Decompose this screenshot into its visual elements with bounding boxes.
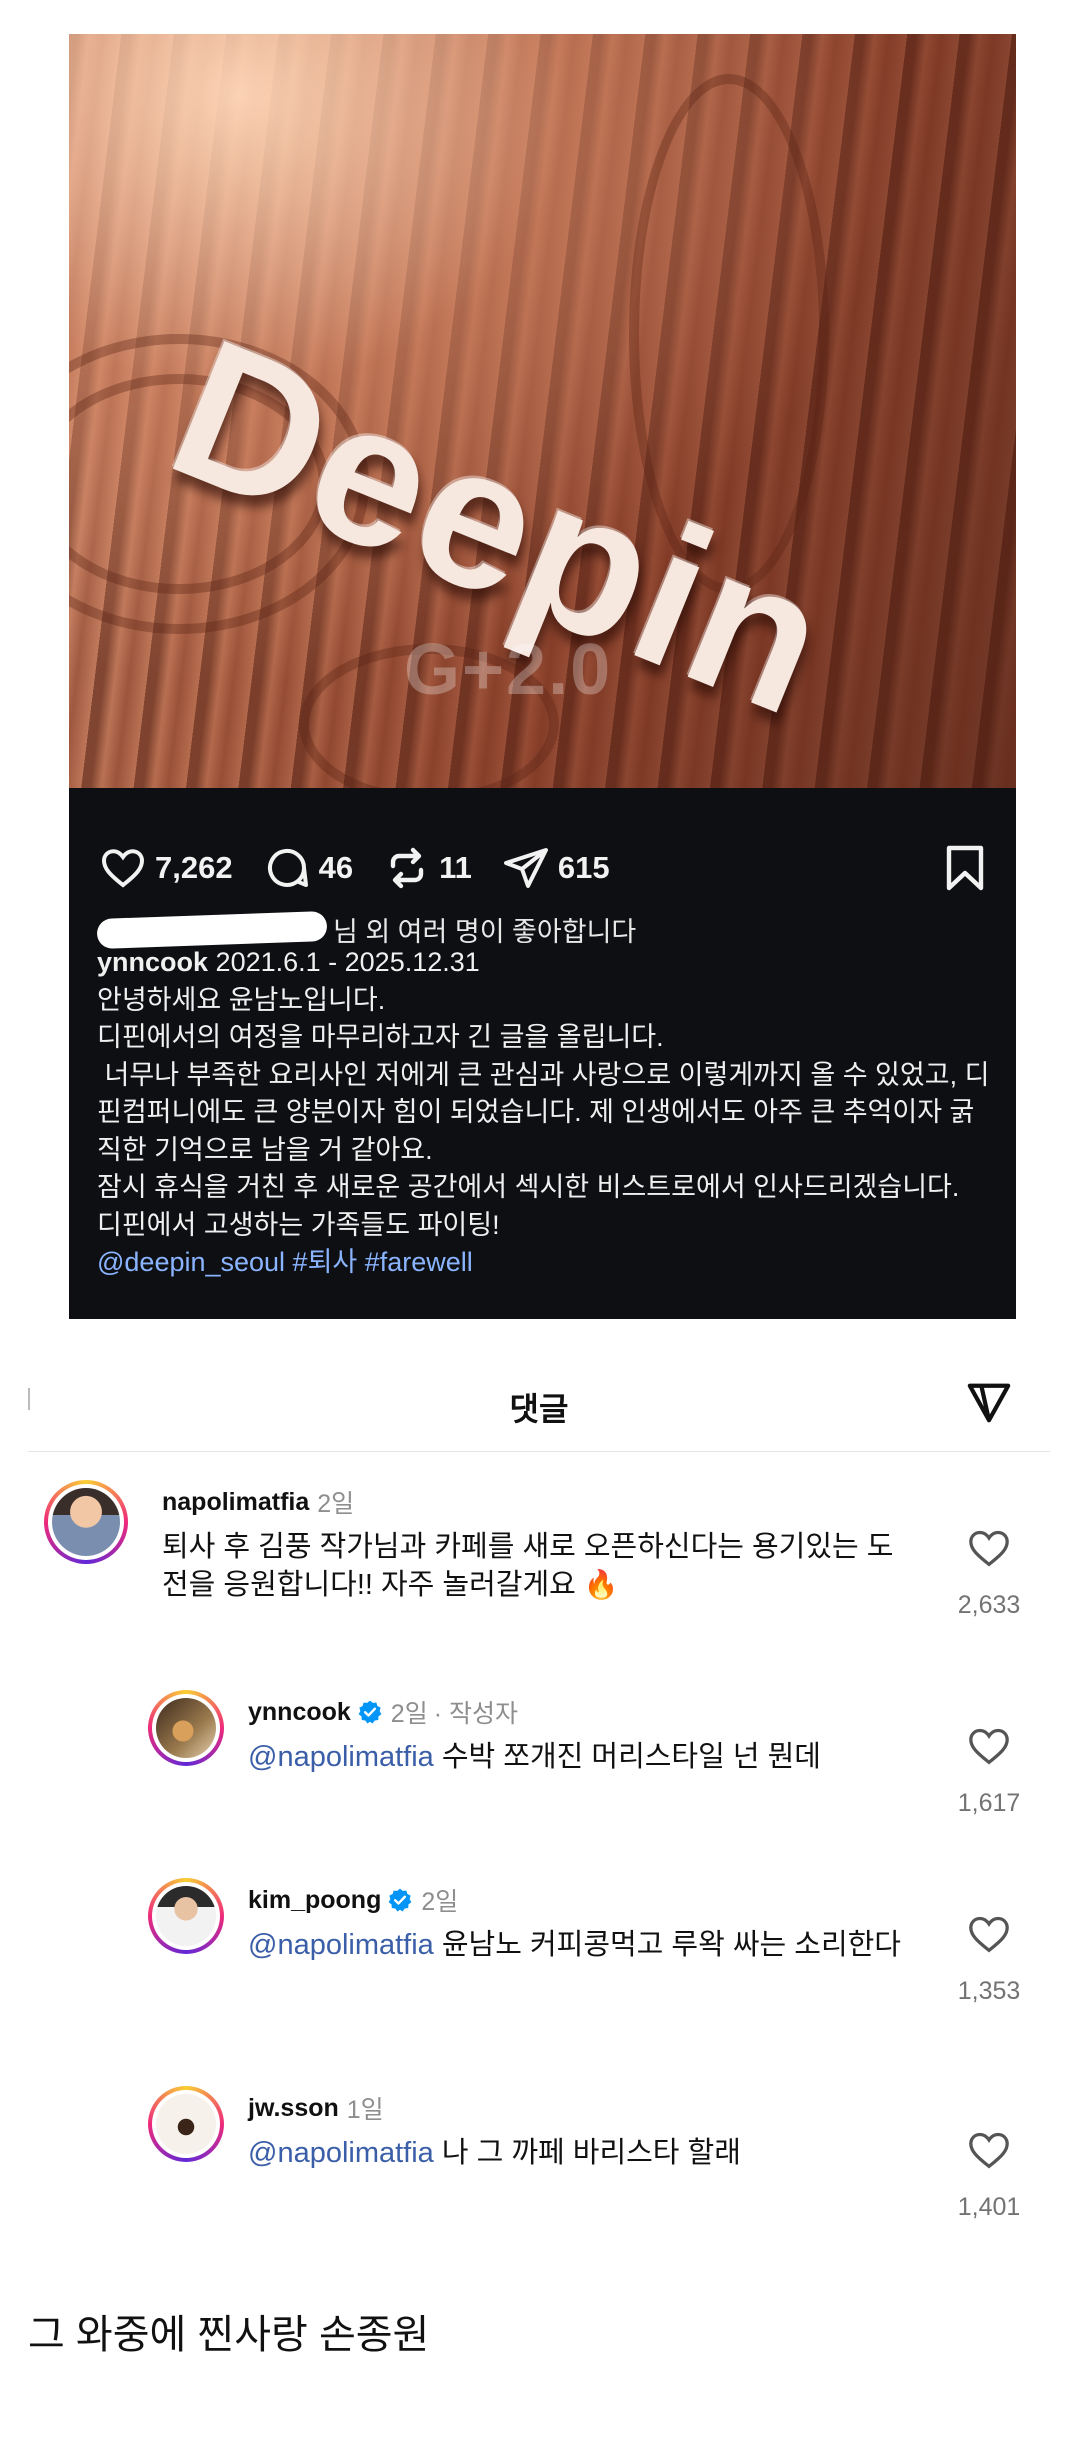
- avatar[interactable]: [44, 1480, 128, 1564]
- comment-meta: kim_poong 2일: [248, 1882, 908, 1918]
- comment-mention[interactable]: @napolimatfia: [248, 1929, 434, 1961]
- bookmark-button[interactable]: [944, 844, 986, 897]
- share-count: 615: [557, 850, 610, 885]
- post-screenshot: Deepin G+2.0 7,262 46 11 615 님 외 여러 명이 좋…: [69, 34, 1016, 1319]
- verified-badge-icon: [358, 1700, 382, 1724]
- comment-item: napolimatfia 2일 퇴사 후 김풍 작가님과 카페를 새로 오픈하신…: [44, 1480, 1034, 1630]
- comment-text-body: 퇴사 후 김풍 작가님과 카페를 새로 오픈하신다는 용기있는 도전을 응원합니…: [162, 1531, 894, 1601]
- comment-time: 1일: [346, 2096, 384, 2124]
- fire-icon: 🔥: [583, 1569, 619, 1600]
- caption-tags[interactable]: @deepin_seoul #퇴사 #farewell: [97, 1244, 990, 1282]
- verified-badge-icon: [388, 1888, 412, 1912]
- caption-header: ynncook 2021.6.1 - 2025.12.31: [97, 944, 990, 982]
- comment-reply: ynncook 2일 · 작성자 @napolimatfia 수박 쪼개진 머리…: [148, 1690, 1034, 1830]
- comment-username[interactable]: jw.sson: [248, 2094, 339, 2123]
- comment-like-count: 1,353: [957, 1977, 1021, 2005]
- comment-body: ynncook 2일 · 작성자 @napolimatfia 수박 쪼개진 머리…: [248, 1694, 908, 1776]
- caption-line: 안녕하세요 윤남노입니다.: [97, 984, 386, 1015]
- avatar[interactable]: [148, 1690, 224, 1766]
- watermark: G+2.0: [404, 630, 613, 710]
- caption-line: 너무나 부족한 요리사인 저에게 큰 관심과 사랑으로 이렇게까지 올 수 있었…: [97, 1059, 990, 1165]
- comment-like-count: 2,633: [957, 1591, 1021, 1619]
- comment-like[interactable]: 1,353: [944, 1914, 1034, 2006]
- comment-meta: ynncook 2일 · 작성자: [248, 1694, 908, 1730]
- comment-meta: napolimatfia 2일: [162, 1484, 902, 1520]
- comment-time: 2일: [390, 1700, 428, 1728]
- comment-body: jw.sson 1일 @napolimatfia 나 그 까페 바리스타 할래: [248, 2090, 908, 2172]
- comment-reply: jw.sson 1일 @napolimatfia 나 그 까페 바리스타 할래 …: [148, 2086, 1034, 2230]
- avatar[interactable]: [148, 2086, 224, 2162]
- comment-text: 퇴사 후 김풍 작가님과 카페를 새로 오픈하신다는 용기있는 도전을 응원합니…: [162, 1528, 902, 1604]
- like-action[interactable]: 7,262: [99, 844, 233, 892]
- comment-meta: jw.sson 1일: [248, 2090, 908, 2126]
- send-icon: [503, 848, 548, 888]
- comment-mention[interactable]: @napolimatfia: [248, 2137, 434, 2169]
- avatar[interactable]: [148, 1878, 224, 1954]
- like-count: 7,262: [155, 850, 233, 885]
- comment-bubble-icon: [267, 849, 308, 887]
- caption-line: 디핀에서의 여정을 마무리하고자 긴 글을 올립니다.: [97, 1022, 664, 1052]
- comment-like[interactable]: 2,633: [944, 1528, 1034, 1620]
- comments-panel: 댓글 napolimatfia 2일 퇴사 후 김풍 작가님과 카페를 새로 오…: [28, 1330, 1050, 2230]
- comment-like-count: 1,401: [957, 2193, 1021, 2221]
- comment-like[interactable]: 1,617: [944, 1726, 1034, 1818]
- comment-count: 46: [318, 850, 354, 885]
- comment-time: 2일: [317, 1490, 355, 1518]
- post-image: Deepin G+2.0: [69, 34, 1016, 788]
- comment-username[interactable]: napolimatfia: [162, 1488, 309, 1517]
- heart-icon: [969, 1530, 1009, 1567]
- caption-line: 잠시 휴식을 거친 후 새로운 공간에서 섹시한 비스트로에서 인사드리겠습니다…: [97, 1172, 960, 1202]
- comment-reply: kim_poong 2일 @napolimatfia 윤남노 커피콩먹고 루왁 …: [148, 1878, 1034, 2028]
- repost-action[interactable]: 11: [383, 844, 472, 892]
- repost-count: 11: [439, 850, 472, 885]
- post-action-row: 7,262 46 11 615: [99, 840, 986, 896]
- comment-username[interactable]: kim_poong: [248, 1886, 381, 1915]
- comment-text-body: 나 그 까페 바리스타 할래: [433, 2137, 741, 2169]
- send-icon[interactable]: [966, 1380, 1012, 1426]
- caption-line: 디핀에서 고생하는 가족들도 파이팅!: [97, 1209, 500, 1240]
- caption-author[interactable]: ynncook: [97, 947, 208, 977]
- comment-time: 2일: [421, 1888, 459, 1916]
- comment-text: @napolimatfia 나 그 까페 바리스타 할래: [248, 2134, 908, 2172]
- heart-icon: [969, 1916, 1009, 1953]
- comment-action[interactable]: 46: [263, 844, 353, 892]
- bookmark-icon: [946, 845, 984, 891]
- comment-like-count: 1,617: [957, 1789, 1021, 1817]
- comment-body: kim_poong 2일 @napolimatfia 윤남노 커피콩먹고 루왁 …: [248, 1882, 908, 1964]
- comments-header: 댓글: [28, 1330, 1050, 1452]
- comment-username[interactable]: ynncook: [248, 1698, 351, 1727]
- share-action[interactable]: 615: [502, 844, 610, 892]
- footer-caption: 그 와중에 찐사랑 손종원: [28, 2313, 430, 2357]
- comments-title: 댓글: [509, 1391, 569, 1427]
- comment-text: @napolimatfia 수박 쪼개진 머리스타일 넌 뭔데: [248, 1738, 908, 1776]
- author-tag: · 작성자: [433, 1700, 518, 1728]
- heart-icon: [969, 1728, 1009, 1765]
- caption-dates: 2021.6.1 - 2025.12.31: [215, 947, 480, 977]
- post-caption-area: 7,262 46 11 615 님 외 여러 명이 좋아합니다 ynncook …: [69, 788, 1016, 1319]
- redaction-scribble: [96, 910, 328, 949]
- heart-icon: [101, 849, 145, 888]
- comment-text: @napolimatfia 윤남노 커피콩먹고 루왁 싸는 소리한다: [248, 1926, 908, 1964]
- comment-like[interactable]: 1,401: [944, 2130, 1034, 2222]
- comment-text-body: 수박 쪼개진 머리스타일 넌 뭔데: [433, 1741, 821, 1773]
- comment-body: napolimatfia 2일 퇴사 후 김풍 작가님과 카페를 새로 오픈하신…: [162, 1484, 902, 1604]
- post-caption-text: ynncook 2021.6.1 - 2025.12.31 안녕하세요 윤남노입…: [97, 944, 990, 1282]
- heart-icon: [969, 2132, 1009, 2169]
- repost-icon: [390, 847, 424, 889]
- comment-text-body: 윤남노 커피콩먹고 루왁 싸는 소리한다: [433, 1929, 901, 1961]
- comment-mention[interactable]: @napolimatfia: [248, 1741, 434, 1773]
